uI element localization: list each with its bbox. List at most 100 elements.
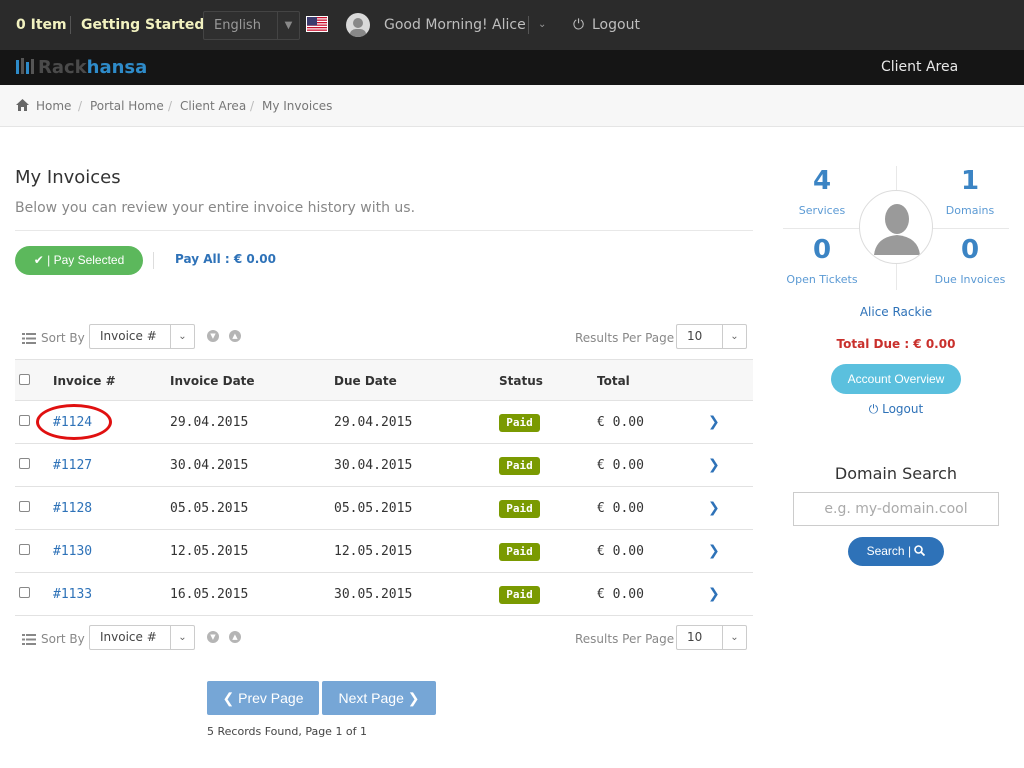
domain-search-button[interactable]: Search | (848, 537, 944, 566)
home-icon[interactable] (16, 85, 29, 127)
domain-search-input[interactable]: e.g. my-domain.cool (793, 492, 999, 526)
highlight-annotation-circle (36, 404, 112, 440)
due-date: 05.05.2015 (334, 501, 413, 516)
chevron-down-icon: ⌄ (722, 626, 746, 649)
sort-ascending-icon[interactable]: ▲ (229, 330, 241, 342)
row-checkbox[interactable] (19, 415, 30, 426)
due-date: 29.04.2015 (334, 415, 413, 430)
breadcrumb-current: My Invoices (262, 99, 333, 113)
header-total[interactable]: Total (597, 360, 630, 402)
domains-count[interactable]: 1 (930, 166, 1010, 196)
invoices-table: Invoice # Invoice Date Due Date Status T… (15, 359, 753, 616)
breadcrumb-separator: / (78, 99, 83, 113)
due-invoices-label[interactable]: Due Invoices (920, 273, 1020, 286)
sort-by-value: Invoice # (100, 329, 157, 343)
chevron-down-icon: ▼ (277, 12, 299, 39)
search-label: Search (866, 544, 905, 558)
logout-link[interactable]: Logout (592, 0, 640, 50)
header-invoice[interactable]: Invoice # (53, 360, 116, 402)
brand-name-part1: Rack (38, 57, 87, 78)
chevron-right-icon[interactable]: ❯ (708, 543, 720, 559)
open-tickets-count[interactable]: 0 (782, 235, 862, 265)
due-date: 30.04.2015 (334, 458, 413, 473)
table-header: Invoice # Invoice Date Due Date Status T… (15, 359, 753, 401)
invoice-link[interactable]: #1133 (53, 573, 92, 616)
results-per-page-select[interactable]: 10 ⌄ (676, 324, 747, 349)
sort-controls-top: Sort By Invoice # ⌄ ▼ ▲ Results Per Page… (15, 324, 753, 354)
chevron-right-icon[interactable]: ❯ (708, 500, 720, 516)
sort-descending-icon[interactable]: ▼ (207, 330, 219, 342)
status-badge: Paid (499, 543, 540, 561)
invoice-link[interactable]: #1128 (53, 487, 92, 530)
getting-started-link[interactable]: Getting Started (81, 0, 204, 50)
sort-descending-icon[interactable]: ▼ (207, 631, 219, 643)
divider (15, 230, 753, 231)
greeting-menu[interactable]: Good Morning! Alice (384, 0, 526, 50)
pay-all-link[interactable]: Pay All : € 0.00 (175, 252, 276, 266)
chevron-right-icon[interactable]: ❯ (708, 414, 720, 430)
sort-by-value: Invoice # (100, 630, 157, 644)
services-count[interactable]: 4 (782, 166, 862, 196)
chevron-right-icon[interactable]: ❯ (708, 586, 720, 602)
row-checkbox[interactable] (19, 501, 30, 512)
invoice-link[interactable]: #1130 (53, 530, 92, 573)
sidebar-logout-link[interactable]: ⏻ Logout (783, 402, 1009, 417)
row-checkbox[interactable] (19, 587, 30, 598)
results-per-page-value: 10 (687, 329, 703, 343)
client-area-link[interactable]: Client Area (881, 50, 958, 85)
pay-selected-button[interactable]: ✔ | Pay Selected (15, 246, 143, 275)
account-overview-button[interactable]: Account Overview (831, 364, 961, 394)
table-row[interactable]: #1130 12.05.2015 12.05.2015 Paid € 0.00 … (15, 530, 753, 573)
chevron-left-icon: ❮ (222, 690, 235, 706)
breadcrumb-client-area[interactable]: Client Area (180, 85, 246, 127)
sort-by-select[interactable]: Invoice # ⌄ (89, 324, 195, 349)
due-date: 12.05.2015 (334, 544, 413, 559)
invoice-total: € 0.00 (597, 501, 644, 516)
divider (153, 252, 154, 269)
invoice-link[interactable]: #1127 (53, 444, 92, 487)
status-badge: Paid (499, 414, 540, 432)
services-label[interactable]: Services (772, 204, 872, 217)
breadcrumb-home[interactable]: Home (36, 85, 71, 127)
cart-link[interactable]: 0 Item (16, 0, 67, 50)
sort-ascending-icon[interactable]: ▲ (229, 631, 241, 643)
row-checkbox[interactable] (19, 458, 30, 469)
user-avatar[interactable] (346, 13, 370, 37)
breadcrumb-portal-home[interactable]: Portal Home (90, 85, 164, 127)
table-row[interactable]: #1127 30.04.2015 30.04.2015 Paid € 0.00 … (15, 444, 753, 487)
chevron-down-icon[interactable]: ⌄ (538, 0, 546, 50)
select-all-checkbox[interactable] (19, 374, 30, 385)
domain-search-title: Domain Search (834, 464, 958, 483)
pay-selected-label: Pay Selected (53, 253, 125, 267)
prev-page-label: Prev Page (238, 690, 304, 706)
table-row[interactable]: #1133 16.05.2015 30.05.2015 Paid € 0.00 … (15, 573, 753, 616)
user-name-link[interactable]: Alice Rackie (783, 305, 1009, 319)
breadcrumb-separator: / (250, 99, 255, 113)
due-invoices-count[interactable]: 0 (930, 235, 1010, 265)
header-due-date[interactable]: Due Date (334, 360, 397, 402)
table-row[interactable]: #1124 29.04.2015 29.04.2015 Paid € 0.00 … (15, 401, 753, 444)
next-page-button[interactable]: Next Page ❯ (322, 681, 436, 715)
results-per-page-select[interactable]: 10 ⌄ (676, 625, 747, 650)
us-flag-icon[interactable] (306, 16, 328, 32)
invoice-date: 16.05.2015 (170, 587, 249, 602)
domains-label[interactable]: Domains (920, 204, 1020, 217)
brand-logo[interactable]: Rackhansa (16, 57, 147, 79)
top-bar: 0 Item Getting Started English ▼ Good Mo… (0, 0, 1024, 50)
chevron-right-icon[interactable]: ❯ (708, 457, 720, 473)
language-select[interactable]: English ▼ (203, 11, 300, 40)
prev-page-button[interactable]: ❮ Prev Page (207, 681, 319, 715)
divider (70, 16, 71, 34)
logo-bars-icon (16, 58, 34, 74)
header-invoice-date[interactable]: Invoice Date (170, 360, 255, 402)
sidebar-logout-label: Logout (882, 402, 924, 416)
row-checkbox[interactable] (19, 544, 30, 555)
table-row[interactable]: #1128 05.05.2015 05.05.2015 Paid € 0.00 … (15, 487, 753, 530)
invoice-date: 05.05.2015 (170, 501, 249, 516)
sort-by-select[interactable]: Invoice # ⌄ (89, 625, 195, 650)
page-subtitle: Below you can review your entire invoice… (15, 200, 416, 216)
header-status[interactable]: Status (499, 360, 543, 402)
power-icon: ⏻ (573, 17, 585, 33)
open-tickets-label[interactable]: Open Tickets (772, 273, 872, 286)
invoice-total: € 0.00 (597, 458, 644, 473)
